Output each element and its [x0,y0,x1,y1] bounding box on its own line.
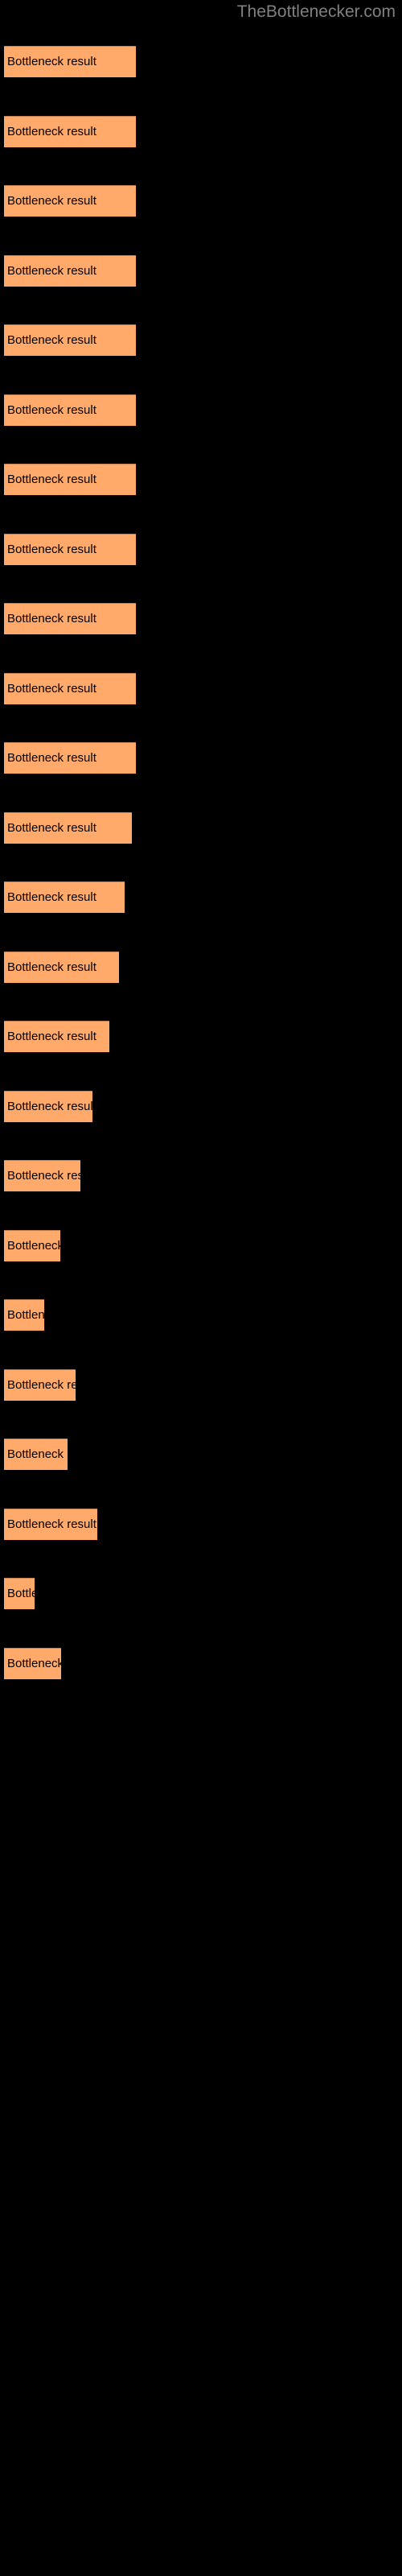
bar: Bottleneck result [4,46,136,77]
bar-row: Bottleneck result [0,1509,402,1541]
bar-label: Bottleneck result [7,1447,68,1461]
bar: Bottleneck result [4,464,136,495]
bar-row: Bottleneck result [0,742,402,774]
bar-label: Bottleneck result [7,1239,60,1253]
bar: Bottleneck result [4,673,136,704]
bar-row: Bottleneck result [0,1091,402,1123]
bar-row: Bottleneck result [0,603,402,635]
bar-label: Bottleneck result [7,612,96,625]
bar-row: Bottleneck result [0,952,402,984]
bar-label: Bottleneck result [7,1308,44,1322]
bar: Bottleneck result [4,1578,35,1609]
bar-row: Bottleneck result [0,255,402,287]
bar-label: Bottleneck result [7,1657,61,1670]
bar: Bottleneck result [4,1021,109,1052]
bar-label: Bottleneck result [7,1587,35,1600]
bar: Bottleneck result [4,116,136,147]
bar-row: Bottleneck result [0,1369,402,1402]
bar: Bottleneck result [4,881,125,913]
bar: Bottleneck result [4,1369,76,1401]
bar-row: Bottleneck result [0,1160,402,1192]
bar: Bottleneck result [4,1439,68,1470]
page-title: TheBottlenecker.com [236,2,396,21]
bar-row: Bottleneck result [0,881,402,914]
bar: Bottleneck result [4,534,136,565]
bottleneck-bar-chart: TheBottlenecker.com Bottleneck result Bot… [0,0,402,2576]
bar: Bottleneck result [4,1509,97,1540]
bar-row: Bottleneck result [0,394,402,427]
bar: Bottleneck result [4,812,132,844]
bar-label: Bottleneck result [7,1030,96,1043]
bar: Bottleneck result [4,603,136,634]
bar-label: Bottleneck result [7,751,96,765]
bar-row: Bottleneck result [0,1648,402,1680]
bar-label: Bottleneck result [7,682,96,696]
bar-row: Bottleneck result [0,1021,402,1053]
bar: Bottleneck result [4,1091,92,1122]
bar-label: Bottleneck result [7,264,96,278]
bar-label: Bottleneck result [7,403,96,417]
bar-label: Bottleneck result [7,1169,80,1183]
bar-row: Bottleneck result [0,46,402,78]
bar-label: Bottleneck result [7,55,96,68]
bar: Bottleneck result [4,1230,60,1261]
bar: Bottleneck result [4,185,136,217]
bar: Bottleneck result [4,394,136,426]
bar-row: Bottleneck result [0,1439,402,1471]
bar: Bottleneck result [4,952,119,983]
bar-label: Bottleneck result [7,960,96,974]
bar-label: Bottleneck result [7,1517,96,1531]
bar-row: Bottleneck result [0,464,402,496]
bar-label: Bottleneck result [7,821,96,835]
bar: Bottleneck result [4,1648,61,1679]
bar-row: Bottleneck result [0,185,402,217]
bar-label: Bottleneck result [7,543,96,556]
bar-label: Bottleneck result [7,1378,76,1392]
bar: Bottleneck result [4,1160,80,1191]
bar-row: Bottleneck result [0,1299,402,1331]
bar-label: Bottleneck result [7,333,96,347]
bar-row: Bottleneck result [0,1230,402,1262]
bar-label: Bottleneck result [7,890,96,904]
bar-row: Bottleneck result [0,812,402,844]
bar-label: Bottleneck result [7,473,96,486]
bar-row: Bottleneck result [0,1578,402,1610]
bar-label: Bottleneck result [7,125,96,138]
bar-row: Bottleneck result [0,324,402,357]
bar-label: Bottleneck result [7,194,96,208]
bar: Bottleneck result [4,742,136,774]
bar-label: Bottleneck result [7,1100,92,1113]
bar: Bottleneck result [4,324,136,356]
bar-row: Bottleneck result [0,116,402,148]
bar: Bottleneck result [4,255,136,287]
bar: Bottleneck result [4,1299,44,1331]
bar-row: Bottleneck result [0,534,402,566]
bar-row: Bottleneck result [0,673,402,705]
